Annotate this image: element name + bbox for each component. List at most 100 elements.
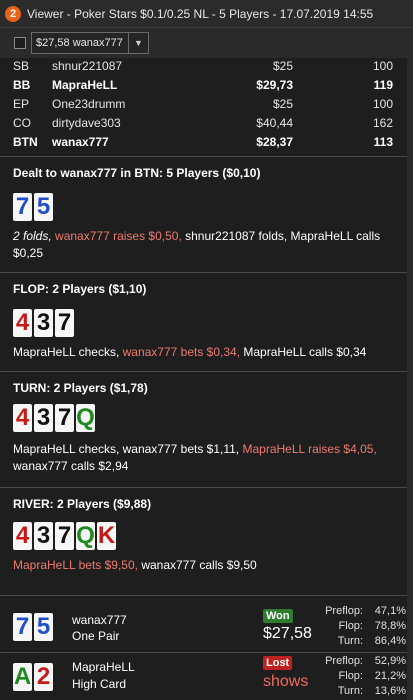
action-text: wanax777 calls $9,50 — [141, 558, 257, 572]
player-bb: 119 — [373, 78, 393, 92]
player-bb: 162 — [372, 116, 393, 130]
player-position: BB — [13, 78, 31, 92]
card: 3 — [34, 309, 53, 337]
hand-history-panel: SB shnur221087 $25 100 BB MapraHeLL $29,… — [0, 58, 413, 700]
flop-cards: 4 3 7 — [13, 309, 74, 337]
lost-badge: Lost — [263, 656, 293, 670]
player-cards: 7 5 — [13, 613, 53, 641]
summary-player-name: wanax777 — [72, 613, 127, 627]
action-text-highlight: wanax777 raises $0,50, — [55, 229, 186, 243]
river-actions: MapraHeLL bets $9,50, wanax777 calls $9,… — [13, 557, 403, 574]
card: 3 — [34, 522, 53, 550]
equity-label: Turn: — [337, 635, 363, 647]
window-title: Viewer - Poker Stars $0.1/0.25 NL - 5 Pl… — [27, 6, 374, 21]
player-row: BTN wanax777 $28,37 113 — [0, 134, 413, 152]
equity-label: Preflop: — [325, 605, 363, 617]
scrollbar[interactable] — [407, 58, 413, 700]
card: 4 — [13, 404, 32, 432]
player-name: One23drumm — [52, 97, 126, 111]
turn-actions: MapraHeLL checks, wanax777 bets $1,11, M… — [13, 441, 403, 475]
action-text-highlight: MapraHeLL raises $4,05, — [242, 442, 377, 456]
equity-value: 86,4% — [374, 635, 406, 647]
equity-value: 47,1% — [374, 605, 406, 617]
player-stack: $25 — [272, 97, 293, 111]
player-name: shnur221087 — [52, 59, 123, 73]
flop-header: FLOP: 2 Players ($1,10) — [13, 282, 147, 296]
card: 7 — [13, 193, 32, 221]
action-text: 2 folds, — [13, 229, 56, 243]
equity-value: 13,6% — [374, 685, 406, 697]
player-cards: A 2 — [13, 663, 53, 691]
chevron-down-icon[interactable]: ▼ — [128, 33, 148, 53]
toolbar: $27,58 wanax777 ▼ — [0, 28, 413, 58]
summary-player-name: MapraHeLL — [72, 660, 135, 674]
card: 4 — [13, 522, 32, 550]
card: 7 — [55, 522, 74, 550]
player-position: CO — [13, 116, 31, 130]
player-bb: 100 — [372, 97, 393, 111]
action-text-highlight: wanax777 bets $0,34, — [122, 345, 244, 359]
preflop-actions: 2 folds, wanax777 raises $0,50, shnur221… — [13, 228, 403, 262]
equity-value: 52,9% — [374, 655, 406, 667]
summary-result: shows — [263, 673, 309, 690]
summary-row: A 2 MapraHeLL High Card Lost shows Prefl… — [0, 655, 413, 700]
player-stack: $40,44 — [256, 116, 293, 130]
player-bb: 113 — [373, 135, 393, 149]
action-text: shnur221087 folds, MapraHeLL calls — [185, 229, 381, 243]
divider — [0, 156, 413, 157]
player-stack: $25 — [272, 59, 293, 73]
equity-label: Flop: — [338, 620, 363, 632]
summary-hand-rank: High Card — [72, 677, 127, 691]
divider — [0, 272, 413, 273]
card: Q — [76, 404, 95, 432]
card: 7 — [55, 404, 74, 432]
card: A — [13, 663, 32, 691]
divider — [0, 595, 413, 596]
equity-label: Turn: — [337, 685, 363, 697]
action-text: MapraHeLL checks, — [13, 345, 123, 359]
equity-label: Preflop: — [325, 655, 363, 667]
card: 5 — [34, 193, 53, 221]
action-text: $0,25 — [13, 246, 44, 260]
player-position: SB — [13, 59, 30, 73]
flop-actions: MapraHeLL checks, wanax777 bets $0,34, M… — [13, 344, 403, 361]
action-text: MapraHeLL checks, wanax777 bets $1,11, — [13, 442, 243, 456]
won-badge: Won — [263, 609, 293, 623]
hand-selector-combo[interactable]: $27,58 wanax777 ▼ — [31, 32, 149, 54]
player-bb: 100 — [372, 59, 393, 73]
title-bar: 2 Viewer - Poker Stars $0.1/0.25 NL - 5 … — [0, 0, 413, 28]
card: Q — [76, 522, 95, 550]
action-text: MapraHeLL calls $0,34 — [243, 345, 367, 359]
card: 3 — [34, 404, 53, 432]
player-name: dirtydave303 — [52, 116, 121, 130]
card: 7 — [13, 613, 32, 641]
summary-hand-rank: One Pair — [72, 629, 120, 643]
player-name: wanax777 — [52, 135, 109, 149]
turn-header: TURN: 2 Players ($1,78) — [13, 381, 148, 395]
action-text: wanax777 calls $2,94 — [13, 459, 129, 473]
card: K — [97, 522, 116, 550]
player-position: EP — [13, 97, 30, 111]
turn-cards: 4 3 7 Q — [13, 404, 95, 432]
player-name: MapraHeLL — [52, 78, 118, 92]
river-cards: 4 3 7 Q K — [13, 522, 116, 550]
select-checkbox[interactable] — [14, 37, 26, 49]
summary-result: $27,58 — [263, 625, 312, 642]
divider — [0, 652, 413, 653]
player-position: BTN — [13, 135, 38, 149]
summary-row: 7 5 wanax777 One Pair Won $27,58 Preflop… — [0, 604, 413, 652]
player-row: SB shnur221087 $25 100 — [0, 58, 413, 76]
card: 5 — [34, 613, 53, 641]
equity-value: 21,2% — [374, 670, 406, 682]
river-header: RIVER: 2 Players ($9,88) — [13, 497, 152, 511]
player-row: EP One23drumm $25 100 — [0, 96, 413, 114]
equity-label: Flop: — [338, 670, 363, 682]
hole-cards: 7 5 — [13, 193, 53, 221]
divider — [0, 487, 413, 488]
hand-selector-value: $27,58 wanax777 — [36, 37, 123, 49]
equity-value: 78,8% — [374, 620, 406, 632]
preflop-header: Dealt to wanax777 in BTN: 5 Players ($0,… — [13, 166, 261, 180]
card: 7 — [55, 309, 74, 337]
player-row: BB MapraHeLL $29,73 119 — [0, 77, 413, 95]
action-text-highlight: MapraHeLL bets $9,50, — [13, 558, 142, 572]
